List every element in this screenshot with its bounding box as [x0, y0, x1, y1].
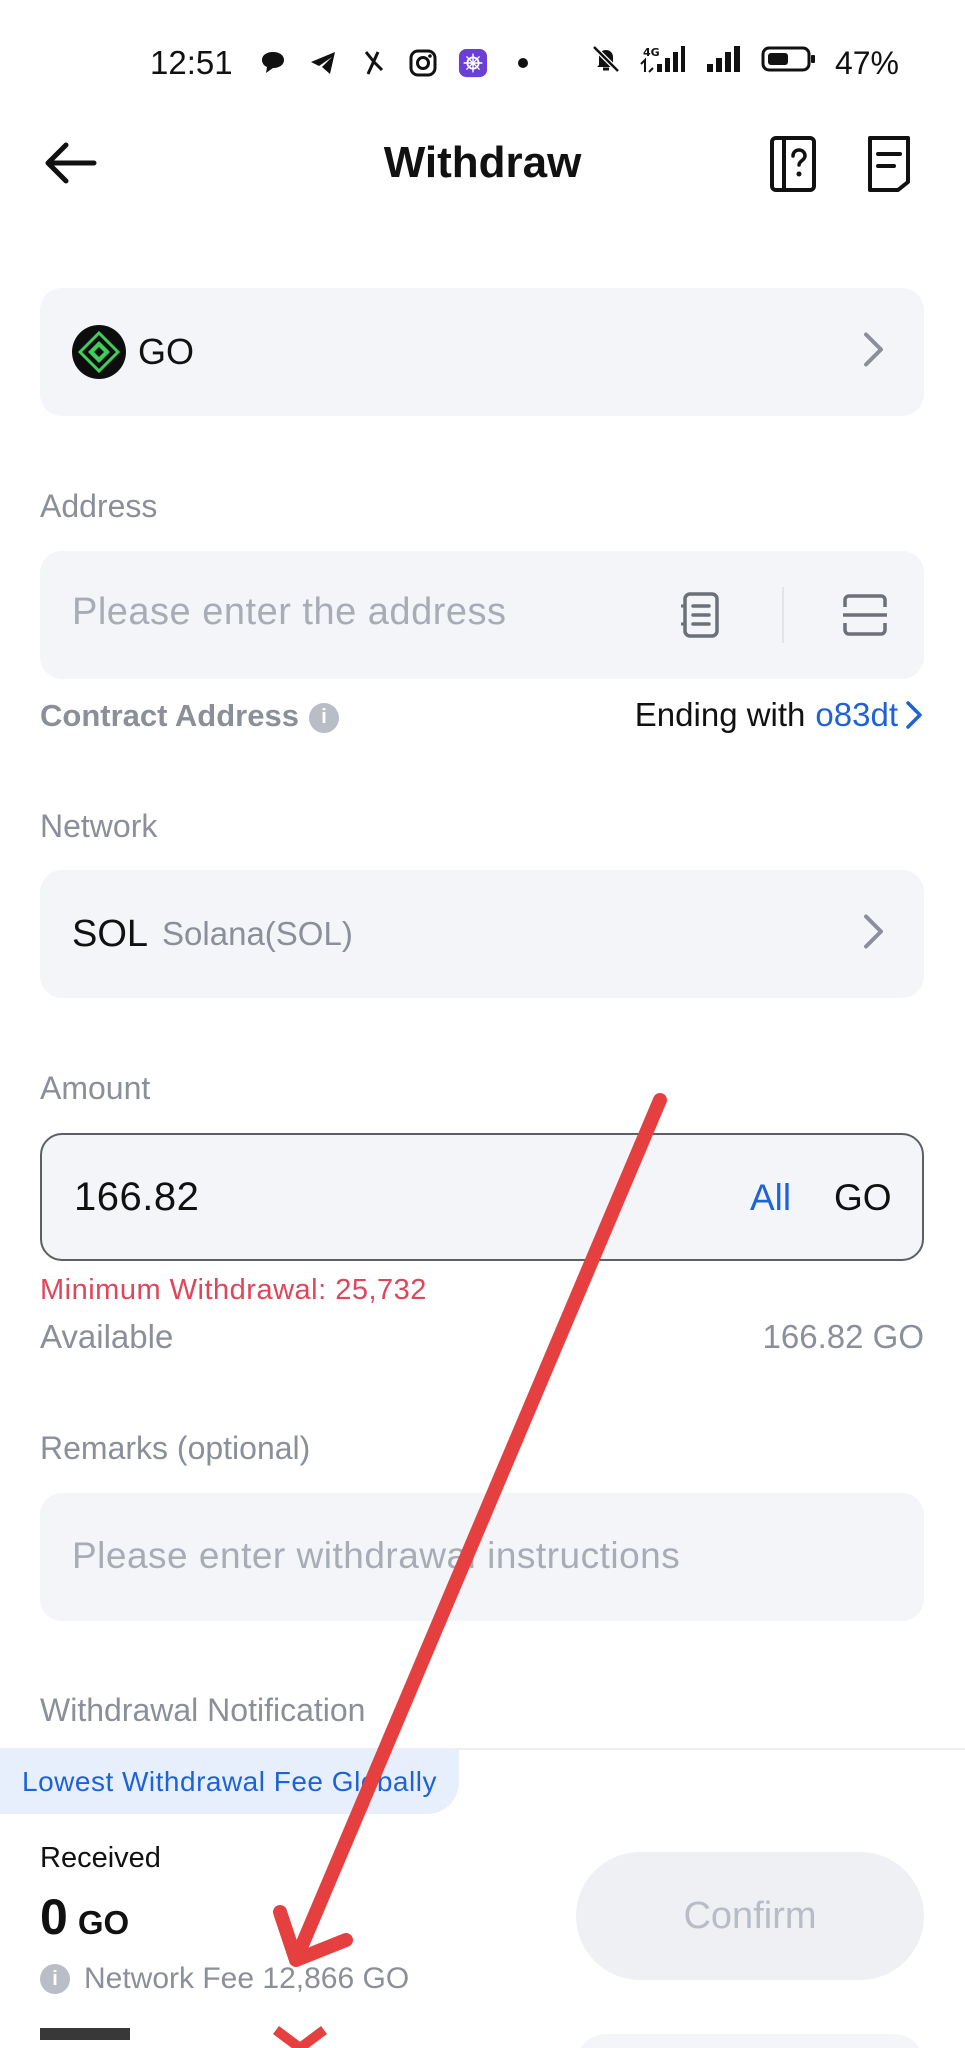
network-name: Solana(SOL) — [162, 915, 353, 952]
battery-percentage: 47% — [834, 44, 899, 81]
available-value: 166.82 GO — [762, 1318, 924, 1355]
notification-icons — [258, 48, 538, 78]
app-tile-icon — [458, 48, 488, 78]
top-nav: Withdraw — [0, 120, 965, 210]
chevron-right-icon — [862, 331, 886, 374]
amount-input[interactable]: 166.82 — [74, 1175, 199, 1220]
page-title: Withdraw — [383, 138, 582, 187]
telegram-icon — [308, 48, 338, 78]
document-icon[interactable] — [864, 134, 914, 194]
amount-unit: GO — [834, 1177, 892, 1218]
coin-selector[interactable]: GO — [40, 288, 924, 416]
contract-suffix[interactable]: o83dt — [815, 696, 898, 734]
address-label: Address — [40, 488, 158, 524]
received-amount: 0 GO — [40, 1888, 129, 1946]
address-book-icon[interactable] — [680, 591, 722, 639]
contract-address-text: Contract Address — [40, 698, 299, 733]
contract-address-link[interactable]: Ending with o83dt — [635, 696, 924, 734]
minimum-withdrawal-warning: Minimum Withdrawal: 25,732 — [40, 1274, 427, 1306]
network-label: Network — [40, 808, 158, 844]
chevron-right-icon — [862, 913, 886, 956]
bottom-summary: Lowest Withdrawal Fee Globally Received … — [0, 1748, 965, 2048]
signal-icon — [703, 44, 743, 82]
go-coin-logo-icon — [72, 325, 126, 379]
info-icon[interactable]: i — [308, 702, 339, 733]
contract-address-label: Contract Address i — [40, 698, 339, 734]
all-button[interactable]: All — [750, 1177, 791, 1219]
svg-text:4G: 4G — [643, 46, 660, 59]
chevron-right-icon — [904, 700, 924, 730]
status-time: 12:51 — [150, 44, 233, 81]
dot-icon — [508, 48, 538, 78]
chat-bubble-icon — [258, 48, 288, 78]
received-label: Received — [40, 1842, 161, 1874]
cut-off-button — [576, 2034, 924, 2048]
available-label: Available — [40, 1318, 174, 1355]
scan-icon[interactable] — [842, 593, 888, 637]
signal-icon: 4G — [639, 44, 685, 82]
network-fee-row: i Network Fee 12,866 GO — [40, 1962, 409, 1996]
address-input[interactable]: Please enter the address — [72, 591, 507, 634]
app-icon — [358, 48, 388, 78]
contract-prefix: Ending with — [634, 696, 806, 733]
contract-address-row: Contract Address i Ending with o83dt — [40, 694, 924, 738]
instagram-icon — [408, 48, 438, 78]
amount-field[interactable]: 166.82 All GO — [40, 1133, 924, 1261]
coin-name: GO — [138, 331, 195, 372]
network-code: SOL — [72, 912, 149, 955]
available-row: Available 166.82 GO — [40, 1318, 924, 1356]
remarks-input[interactable]: Please enter withdrawal instructions — [72, 1535, 680, 1577]
confirm-button[interactable]: Confirm — [576, 1852, 924, 1980]
status-right: 4G 47% — [591, 44, 899, 82]
amount-label: Amount — [40, 1070, 151, 1106]
divider — [782, 587, 784, 643]
promo-badge: Lowest Withdrawal Fee Globally — [0, 1750, 459, 1814]
received-unit: GO — [77, 1904, 130, 1941]
remarks-label: Remarks (optional) — [40, 1430, 311, 1466]
scrolled-content-edge — [40, 2028, 924, 2048]
status-bar: 12:51 4G 47% — [0, 0, 965, 130]
remarks-field[interactable]: Please enter withdrawal instructions — [40, 1493, 924, 1621]
info-icon[interactable]: i — [40, 1964, 70, 1994]
withdrawal-notification-label: Withdrawal Notification — [40, 1692, 366, 1728]
mute-bell-icon — [591, 44, 621, 82]
help-book-icon[interactable] — [768, 134, 818, 194]
address-field[interactable]: Please enter the address — [40, 551, 924, 679]
network-selector[interactable]: SOL Solana(SOL) — [40, 870, 924, 998]
cut-off-text — [40, 2028, 130, 2048]
received-value: 0 — [40, 1889, 68, 1945]
battery-icon — [761, 44, 817, 82]
network-fee: Network Fee 12,866 GO — [84, 1962, 410, 1995]
